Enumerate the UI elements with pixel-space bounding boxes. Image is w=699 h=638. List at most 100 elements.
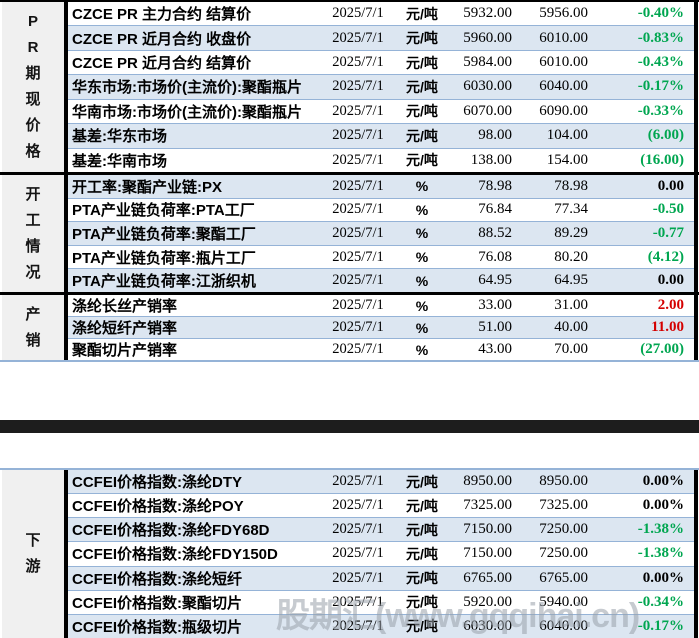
date-cell: 2025/7/1: [322, 5, 394, 22]
unit-cell: 元/吨: [394, 77, 450, 97]
date-cell: 2025/7/1: [322, 594, 394, 611]
date-cell: 2025/7/1: [322, 473, 394, 490]
unit-cell: %: [394, 273, 450, 289]
change-cell: (6.00): [588, 127, 694, 144]
table-row: 基差:华南市场2025/7/1元/吨138.00154.00(16.00): [68, 149, 694, 172]
side-label-char: R: [28, 35, 39, 61]
change-cell: -0.17%: [588, 78, 694, 95]
change-cell: 0.00: [588, 272, 694, 289]
change-cell: (27.00): [588, 341, 694, 358]
section-side-label: 下游: [2, 470, 68, 638]
unit-cell: %: [394, 178, 450, 194]
table-row: CZCE PR 主力合约 结算价2025/7/1元/吨5932.005956.0…: [68, 2, 694, 26]
change-cell: -0.77: [588, 225, 694, 242]
table-row: 华东市场:市场价(主流价):聚酯瓶片2025/7/1元/吨6030.006040…: [68, 75, 694, 99]
table-row: CZCE PR 近月合约 结算价2025/7/1元/吨5984.006010.0…: [68, 51, 694, 75]
unit-cell: 元/吨: [394, 150, 450, 170]
table-section: 产销涤纶长丝产销率2025/7/1%33.0031.002.00涤纶短纤产销率2…: [0, 292, 699, 360]
value-current: 43.00: [450, 341, 512, 358]
value-current: 6030.00: [450, 618, 512, 635]
indicator-name: CCFEI价格指数:涤纶POY: [68, 495, 322, 516]
table-row: CCFEI价格指数:涤纶FDY150D2025/7/1元/吨7150.00725…: [68, 542, 694, 566]
change-cell: -0.34%: [588, 594, 694, 611]
section-side-label: 产销: [2, 295, 68, 360]
date-cell: 2025/7/1: [322, 103, 394, 120]
change-cell: -0.17%: [588, 618, 694, 635]
side-label-char: 游: [25, 554, 40, 580]
change-cell: -0.33%: [588, 103, 694, 120]
unit-cell: 元/吨: [394, 53, 450, 73]
value-previous: 6765.00: [512, 570, 588, 587]
indicator-name: 基差:华东市场: [68, 125, 322, 146]
value-previous: 40.00: [512, 319, 588, 336]
table-row: PTA产业链负荷率:江浙织机2025/7/1%64.9564.950.00: [68, 269, 694, 292]
indicator-name: PTA产业链负荷率:PTA工厂: [68, 199, 322, 220]
indicator-name: CCFEI价格指数:聚酯切片: [68, 592, 322, 613]
value-current: 76.08: [450, 249, 512, 266]
side-label-char: 现: [25, 87, 40, 113]
value-current: 88.52: [450, 225, 512, 242]
value-previous: 6090.00: [512, 103, 588, 120]
value-current: 7325.00: [450, 497, 512, 514]
value-previous: 5940.00: [512, 594, 588, 611]
value-current: 8950.00: [450, 473, 512, 490]
change-cell: -0.50: [588, 201, 694, 218]
date-cell: 2025/7/1: [322, 272, 394, 289]
unit-cell: %: [394, 298, 450, 314]
change-cell: -0.40%: [588, 5, 694, 22]
value-current: 5984.00: [450, 54, 512, 71]
table-row: 基差:华东市场2025/7/1元/吨98.00104.00(6.00): [68, 124, 694, 148]
table-row: CCFEI价格指数:涤纶DTY2025/7/1元/吨8950.008950.00…: [68, 470, 694, 494]
section-side-label: 开工情况: [2, 175, 68, 292]
table-row: 涤纶短纤产销率2025/7/1%51.0040.0011.00: [68, 317, 694, 339]
value-current: 64.95: [450, 272, 512, 289]
indicator-name: 涤纶长丝产销率: [68, 295, 322, 316]
section-side-label: PR期现价格: [2, 2, 68, 172]
indicator-name: 华南市场:市场价(主流价):聚酯瓶片: [68, 101, 322, 122]
value-current: 5932.00: [450, 5, 512, 22]
value-previous: 80.20: [512, 249, 588, 266]
table-row: 涤纶长丝产销率2025/7/1%33.0031.002.00: [68, 295, 694, 317]
change-cell: (16.00): [588, 152, 694, 169]
side-label-char: 价: [25, 113, 40, 139]
indicator-name: CCFEI价格指数:涤纶FDY68D: [68, 519, 322, 540]
value-current: 78.98: [450, 178, 512, 195]
indicator-name: PTA产业链负荷率:江浙织机: [68, 270, 322, 291]
date-cell: 2025/7/1: [322, 521, 394, 538]
table-row: CZCE PR 近月合约 收盘价2025/7/1元/吨5960.006010.0…: [68, 26, 694, 50]
unit-cell: 元/吨: [394, 592, 450, 612]
unit-cell: 元/吨: [394, 126, 450, 146]
unit-cell: 元/吨: [394, 568, 450, 588]
unit-cell: 元/吨: [394, 4, 450, 24]
table-row: CCFEI价格指数:聚酯切片2025/7/1元/吨5920.005940.00-…: [68, 591, 694, 615]
indicator-name: 华东市场:市场价(主流价):聚酯瓶片: [68, 76, 322, 97]
date-cell: 2025/7/1: [322, 152, 394, 169]
value-current: 5960.00: [450, 30, 512, 47]
date-cell: 2025/7/1: [322, 297, 394, 314]
date-cell: 2025/7/1: [322, 319, 394, 336]
date-cell: 2025/7/1: [322, 570, 394, 587]
table-section: 下游CCFEI价格指数:涤纶DTY2025/7/1元/吨8950.008950.…: [0, 470, 699, 638]
unit-cell: %: [394, 342, 450, 358]
table-row: CCFEI价格指数:涤纶POY2025/7/1元/吨7325.007325.00…: [68, 494, 694, 518]
date-cell: 2025/7/1: [322, 618, 394, 635]
date-cell: 2025/7/1: [322, 249, 394, 266]
value-previous: 154.00: [512, 152, 588, 169]
value-previous: 6010.00: [512, 30, 588, 47]
indicator-name: PTA产业链负荷率:聚酯工厂: [68, 223, 322, 244]
change-cell: (4.12): [588, 249, 694, 266]
unit-cell: %: [394, 225, 450, 241]
date-cell: 2025/7/1: [322, 54, 394, 71]
change-cell: 11.00: [588, 319, 694, 336]
side-label-char: 下: [25, 528, 40, 554]
value-previous: 6040.00: [512, 618, 588, 635]
indicator-name: PTA产业链负荷率:瓶片工厂: [68, 247, 322, 268]
value-previous: 78.98: [512, 178, 588, 195]
table-row: 开工率:聚酯产业链:PX2025/7/1%78.9878.980.00: [68, 175, 694, 199]
section-rows: 开工率:聚酯产业链:PX2025/7/1%78.9878.980.00PTA产业…: [68, 175, 698, 292]
unit-cell: %: [394, 202, 450, 218]
side-label-char: P: [28, 9, 38, 35]
change-cell: 0.00: [588, 178, 694, 195]
change-cell: 0.00%: [588, 473, 694, 490]
date-cell: 2025/7/1: [322, 497, 394, 514]
